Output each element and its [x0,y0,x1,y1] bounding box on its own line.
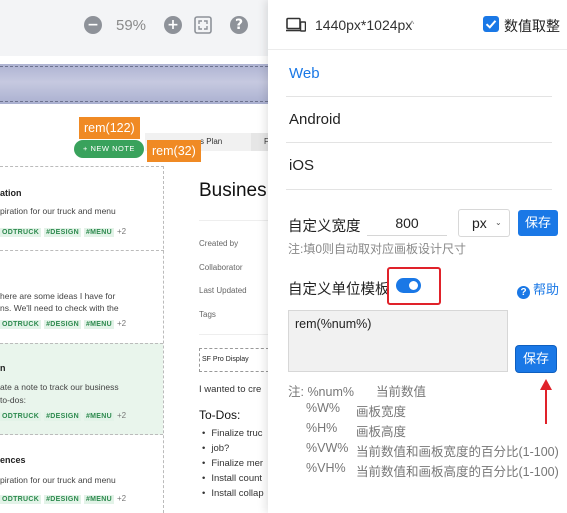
note-title: n [0,363,6,373]
tag: #MENU [83,495,114,504]
tag-more: +2 [116,494,127,503]
tag-more: +2 [116,227,127,236]
save-template-button[interactable]: 保存 [516,346,556,372]
settings-panel: 1440px*1024px ^ 数值取整 Web Android iOS 自定义… [268,0,567,513]
rem-badge-height: rem(122) [79,117,140,139]
unit-select[interactable]: px ⌄ [458,209,510,237]
snap-checkbox-label[interactable]: 数值取整 [504,16,560,36]
note-key: %VW% [306,441,349,455]
zoom-toolbar: − 59% + ? [0,0,268,50]
chevron-down-icon: ⌄ [495,218,502,227]
todo-item: Finalize mer [202,456,264,471]
doc-divider [199,334,268,335]
divider [286,142,552,143]
doc-intro: I wanted to cre [199,384,262,395]
snap-checkbox[interactable] [483,16,499,32]
todo-item: job? [202,441,264,456]
todo-item: Install collap [202,486,263,501]
note-desc: 当前数值 [376,385,427,399]
tag: ODTRUCK [0,320,42,329]
tag-more: +2 [116,411,127,420]
tag: #DESIGN [44,228,81,237]
platform-android[interactable]: Android [289,111,341,128]
note-body: piration for our truck and menu [0,206,116,216]
meta-collaborator: Collaborator [199,263,243,272]
note-tags: ODTRUCK #DESIGN #MENU +2 [0,319,127,329]
note-key: %H% [306,421,338,435]
tag: ODTRUCK [0,495,42,504]
todo-list: Finalize truc job? Finalize mer Install … [202,426,264,501]
banner-image [0,64,268,104]
meta-last-updated: Last Updated [199,286,247,295]
todo-item: Install count [202,471,264,486]
todo-item: Finalize truc [202,426,264,441]
custom-width-label: 自定义宽度 [288,219,361,235]
tag: ODTRUCK [0,228,42,237]
note-title: ences [0,455,26,465]
note-title: ation [0,188,22,198]
tag: #MENU [83,320,114,329]
note-divider [0,166,164,167]
tab-f[interactable]: F [251,133,268,151]
toggle-knob [409,281,418,290]
tag-more: +2 [116,319,127,328]
note-desc: 当前数值和画板宽度的百分比(1-100) [356,445,559,459]
note-body: ate a note to track our business [0,382,119,392]
divider [286,189,552,190]
doc-divider [199,220,268,221]
platform-web[interactable]: Web [289,65,320,82]
arrow-up-icon [540,379,552,424]
note-key: %VH% [306,461,346,475]
platform-ios[interactable]: iOS [289,157,314,174]
unit-template-toggle[interactable] [396,278,421,293]
note-key: %W% [306,401,341,415]
meta-tags: Tags [199,310,216,319]
tag: #DESIGN [44,495,81,504]
note-body: ns. We'll need to check with the [0,303,119,313]
note-desc: 画板宽度 [356,405,407,419]
device-icon[interactable] [286,17,306,33]
zoom-level: 59% [116,17,147,34]
note-tags: ODTRUCK #DESIGN #MENU +2 [0,494,127,504]
note-tags: ODTRUCK #DESIGN #MENU +2 [0,227,127,237]
note-desc: 当前数值和画板高度的百分比(1-100) [356,465,559,479]
panel-header: 1440px*1024px ^ 数值取整 [268,0,567,50]
doc-title: Busines [199,180,267,201]
width-hint: 注:填0则自动取对应画板设计尺寸 [288,242,467,256]
tag: #DESIGN [44,412,81,421]
chevron-up-icon[interactable]: ^ [410,19,414,29]
tag: #MENU [83,228,114,237]
rem-badge-width: rem(32) [147,140,201,162]
design-canvas[interactable]: − 59% + ? s Plan F ation piration for ou… [0,0,268,513]
zoom-out-button[interactable]: − [84,16,102,34]
note-body: to-dos: [0,395,26,405]
note-list-border [163,166,164,513]
tag: #DESIGN [44,320,81,329]
font-label-box: SF Pro Display [199,348,268,372]
save-width-button[interactable]: 保存 [518,210,558,236]
custom-width-input[interactable] [367,210,447,236]
todos-heading: To-Dos: [199,408,241,422]
zoom-in-button[interactable]: + [164,16,182,34]
note-desc: 画板高度 [356,425,407,439]
note-tags: ODTRUCK #DESIGN #MENU +2 [0,411,127,421]
meta-created-by: Created by [199,239,239,248]
unit-template-label: 自定义单位模板 [288,282,390,298]
note-body: piration for our truck and menu [0,475,116,485]
fit-screen-icon[interactable] [194,16,212,34]
divider [286,96,552,97]
artboard-size-select[interactable]: 1440px*1024px [315,17,412,33]
help-icon[interactable]: ? [230,16,248,34]
unit-value: px [472,215,487,231]
check-icon [485,20,497,29]
tag: #MENU [83,412,114,421]
unit-template-input[interactable]: rem(%num%) [288,310,508,372]
help-icon: ? [517,286,530,299]
note-key: 注: %num% [288,385,354,399]
note-divider [0,250,164,251]
tag: ODTRUCK [0,412,42,421]
help-label: 帮助 [533,282,560,297]
new-note-button[interactable]: + NEW NOTE [74,140,144,158]
help-link[interactable]: ? 帮助 [517,279,559,299]
